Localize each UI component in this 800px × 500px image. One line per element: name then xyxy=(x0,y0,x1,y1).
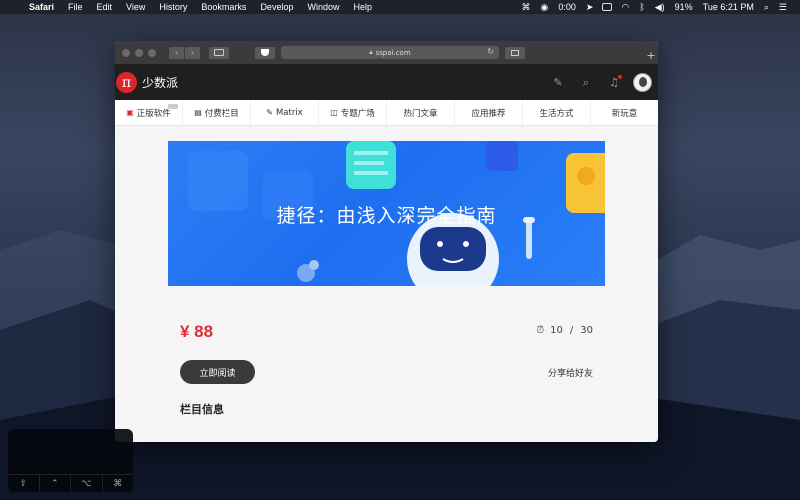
book-icon: ▤ xyxy=(194,108,202,117)
nav-item-label: 专题广场 xyxy=(340,108,375,119)
menu-edit[interactable]: Edit xyxy=(90,2,120,12)
course-progress: ⏰︎ 10 / 30 xyxy=(536,325,593,336)
window-controls xyxy=(122,48,161,57)
wifi-icon[interactable]: ◠ xyxy=(616,2,634,13)
reload-icon[interactable]: ↻ xyxy=(487,47,494,56)
shift-key-icon: ⇧ xyxy=(8,475,40,492)
menu-safari[interactable]: Safari xyxy=(22,2,61,12)
timer-text[interactable]: 0:00 xyxy=(553,2,581,12)
menu-window[interactable]: Window xyxy=(300,2,346,12)
section-title: 栏目信息 xyxy=(180,403,224,416)
menubar-status-area: ⌘ ◉ 0:00 ➤ ◠ ᛒ ◀) 91% Tue 6:21 PM ⌕ ☰ xyxy=(517,2,800,13)
keystroke-overlay: ⇧ ⌃ ⌥ ⌘ xyxy=(8,429,133,492)
menu-bookmarks[interactable]: Bookmarks xyxy=(194,2,253,12)
menu-view[interactable]: View xyxy=(119,2,152,12)
address-bar[interactable]: 🔒︎ sspai.com ↻ xyxy=(281,46,499,59)
command-key-icon: ⌘ xyxy=(113,478,123,489)
address-text: sspai.com xyxy=(375,48,411,57)
site-logo[interactable]: π xyxy=(116,72,137,93)
control-key-icon: ⌃ xyxy=(40,475,71,492)
record-icon[interactable]: ◉ xyxy=(536,2,554,13)
menu-develop[interactable]: Develop xyxy=(253,2,300,12)
write-icon[interactable]: ✎ xyxy=(551,76,565,90)
course-page: 捷径：由浅入深完全指南 ¥ 88 ⏰︎ 10 / 30 立即阅读 分享给好友 栏… xyxy=(115,126,658,442)
nav-item-label: 热门文章 xyxy=(403,108,438,119)
share-link[interactable]: 分享给好友 xyxy=(548,366,593,379)
forward-button[interactable]: › xyxy=(185,46,200,59)
minimize-window-button[interactable] xyxy=(135,48,143,57)
spotlight-icon[interactable]: ⌕ xyxy=(759,2,774,13)
new-tab-button[interactable]: + xyxy=(644,49,658,63)
progress-total: 30 xyxy=(580,325,593,336)
pocket-icon xyxy=(261,49,269,56)
read-now-button[interactable]: 立即阅读 xyxy=(180,360,255,384)
nav-item-gadgets[interactable]: 新玩意 xyxy=(591,100,658,125)
course-price: ¥ 88 xyxy=(180,322,214,341)
nav-item-badge xyxy=(168,104,178,109)
store-icon: ▣ xyxy=(126,108,134,117)
menu-file[interactable]: File xyxy=(61,2,90,12)
volume-icon[interactable]: ◀) xyxy=(650,2,670,13)
banner-title: 捷径：由浅入深完全指南 xyxy=(276,205,497,227)
search-icon[interactable]: ⌕ xyxy=(579,76,593,90)
tab-overview-button[interactable] xyxy=(505,46,525,59)
bag-icon: ◫ xyxy=(330,108,338,117)
nav-item-topics[interactable]: ◫ 专题广场 xyxy=(319,100,387,125)
nav-item-paid-columns[interactable]: ▤ 付费栏目 xyxy=(183,100,251,125)
back-button[interactable]: ‹ xyxy=(169,46,184,59)
user-avatar[interactable] xyxy=(633,73,652,92)
option-key-icon: ⌥ xyxy=(71,475,103,492)
nav-item-label: 新玩意 xyxy=(611,108,638,119)
site-header: π 少数派 ✎ ⌕ ♫ xyxy=(115,65,658,100)
progress-separator: / xyxy=(569,325,574,336)
nav-item-label: Matrix xyxy=(275,107,303,118)
menu-history[interactable]: History xyxy=(152,2,194,12)
sidebar-icon xyxy=(214,49,224,56)
safari-toolbar: ‹ › 🔒︎ sspai.com ↻ + xyxy=(115,41,658,65)
battery-text[interactable]: 91% xyxy=(670,2,698,12)
bell-icon[interactable]: ♫ xyxy=(607,74,622,90)
display-icon[interactable] xyxy=(602,3,613,11)
alarm-clock-icon: ⏰︎ xyxy=(536,325,545,336)
nav-item-label: 付费栏目 xyxy=(204,108,239,119)
pen-icon: ✎ xyxy=(266,108,273,117)
zoom-window-button[interactable] xyxy=(148,48,156,57)
site-logo-text[interactable]: 少数派 xyxy=(142,74,178,91)
nav-item-label: 正版软件 xyxy=(136,108,171,119)
sidebar-toggle-button[interactable] xyxy=(209,46,229,59)
nav-item-hot-articles[interactable]: 热门文章 xyxy=(387,100,455,125)
lock-icon: 🔒︎ xyxy=(369,48,373,56)
notification-center-icon[interactable]: ☰ xyxy=(774,2,792,13)
close-window-button[interactable] xyxy=(122,48,130,57)
notification-dot xyxy=(618,74,622,79)
mac-menubar: Safari File Edit View History Bookmarks … xyxy=(0,0,800,14)
bluetooth-icon[interactable]: ᛒ xyxy=(634,2,649,12)
progress-current: 10 xyxy=(550,325,563,336)
nav-item-lifestyle[interactable]: 生活方式 xyxy=(523,100,591,125)
pocket-extension-button[interactable] xyxy=(255,46,275,59)
menu-help[interactable]: Help xyxy=(346,2,379,12)
safari-window: ‹ › 🔒︎ sspai.com ↻ + π 少数派 ✎ ⌕ ♫ ▣ 正版软件 … xyxy=(115,41,658,442)
category-nav: ▣ 正版软件 ▤ 付费栏目 ✎ Matrix ◫ 专题广场 热门文章 应用推荐 … xyxy=(115,100,658,126)
nav-item-software[interactable]: ▣ 正版软件 xyxy=(115,100,183,125)
nav-item-matrix[interactable]: ✎ Matrix xyxy=(251,100,319,125)
tabs-icon xyxy=(511,49,519,56)
nav-item-label: 生活方式 xyxy=(539,108,574,119)
command-icon[interactable]: ⌘ xyxy=(517,2,536,13)
course-banner: 捷径：由浅入深完全指南 xyxy=(168,141,605,286)
clock-text[interactable]: Tue 6:21 PM xyxy=(698,2,759,12)
nav-item-label: 应用推荐 xyxy=(471,108,506,119)
nav-item-app-picks[interactable]: 应用推荐 xyxy=(455,100,523,125)
location-icon[interactable]: ➤ xyxy=(581,2,599,13)
